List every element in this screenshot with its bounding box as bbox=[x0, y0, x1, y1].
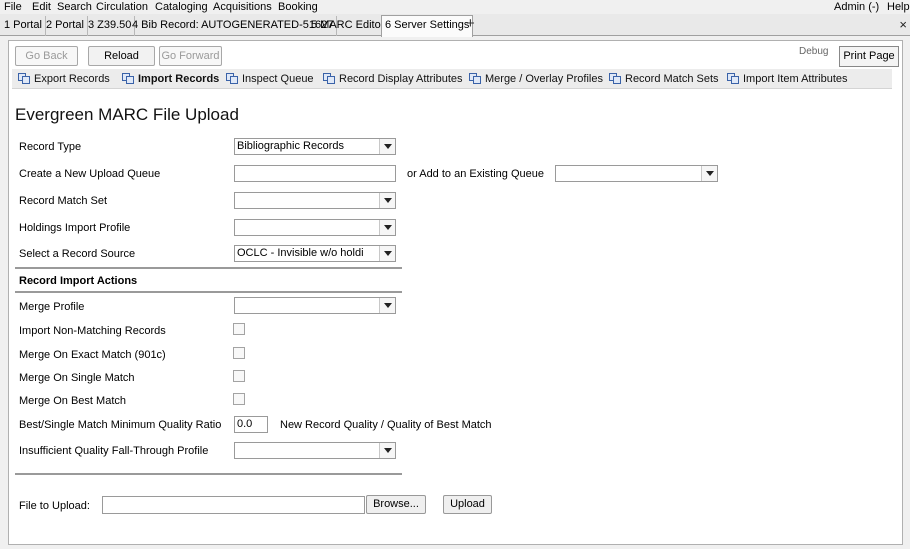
toolbar-record-display-attributes[interactable]: Record Display Attributes bbox=[323, 72, 463, 86]
tab-portal-2[interactable]: 2 Portal bbox=[43, 16, 88, 36]
merge-best-checkbox[interactable] bbox=[233, 393, 245, 405]
menu-search[interactable]: Search bbox=[57, 0, 92, 14]
match-sets-icon bbox=[609, 73, 621, 84]
page-title: Evergreen MARC File Upload bbox=[15, 105, 239, 124]
browse-button[interactable]: Browse... bbox=[366, 495, 426, 514]
file-path-input[interactable] bbox=[102, 496, 365, 514]
content-panel: Go Back Reload Go Forward Debug Print Pa… bbox=[8, 40, 903, 545]
vandelay-toolbar: Export Records Import Records Inspect Qu… bbox=[12, 69, 892, 89]
chevron-down-icon bbox=[379, 220, 395, 235]
go-forward-button[interactable]: Go Forward bbox=[159, 46, 222, 66]
menu-booking[interactable]: Booking bbox=[278, 0, 318, 14]
fallthrough-profile-select[interactable] bbox=[234, 442, 396, 459]
toolbar-inspect-queue[interactable]: Inspect Queue bbox=[226, 72, 314, 86]
tab-strip: 1 Portal 2 Portal 3 Z39.50 4 Bib Record:… bbox=[0, 14, 910, 37]
tab-bib-record[interactable]: 4 Bib Record: AUTOGENERATED-51627 bbox=[129, 16, 338, 36]
export-records-icon bbox=[18, 73, 30, 84]
menu-acquisitions[interactable]: Acquisitions bbox=[213, 0, 272, 14]
quality-ratio-input[interactable]: 0.0 bbox=[234, 416, 268, 433]
display-attributes-icon bbox=[323, 73, 335, 84]
new-queue-label: Create a New Upload Queue bbox=[19, 168, 161, 180]
record-type-select[interactable]: Bibliographic Records bbox=[234, 138, 396, 155]
toolbar-record-match-sets[interactable]: Record Match Sets bbox=[609, 72, 719, 86]
tab-portal-1[interactable]: 1 Portal bbox=[1, 16, 46, 36]
menu-circulation[interactable]: Circulation bbox=[96, 0, 148, 14]
section-divider bbox=[15, 267, 402, 269]
menu-help[interactable]: Help bbox=[887, 0, 910, 14]
record-source-label: Select a Record Source bbox=[19, 248, 136, 260]
record-source-select[interactable]: OCLC - Invisible w/o holdi bbox=[234, 245, 396, 262]
merge-best-label: Merge On Best Match bbox=[19, 395, 126, 407]
fallthrough-profile-label: Insufficient Quality Fall-Through Profil… bbox=[19, 445, 209, 457]
record-type-label: Record Type bbox=[19, 141, 82, 153]
chevron-down-icon bbox=[379, 193, 395, 208]
inspect-queue-icon bbox=[226, 73, 238, 84]
menu-file[interactable]: File bbox=[4, 0, 22, 14]
merge-exact-checkbox[interactable] bbox=[233, 347, 245, 359]
chevron-down-icon bbox=[379, 298, 395, 313]
chevron-down-icon bbox=[379, 139, 395, 154]
add-tab-button[interactable]: + bbox=[466, 15, 475, 33]
new-queue-input[interactable] bbox=[234, 165, 396, 182]
chevron-down-icon bbox=[379, 443, 395, 458]
match-set-select[interactable] bbox=[234, 192, 396, 209]
merge-profile-label: Merge Profile bbox=[19, 301, 85, 313]
toolbar-export-records[interactable]: Export Records bbox=[18, 72, 110, 86]
holdings-profile-label: Holdings Import Profile bbox=[19, 222, 131, 234]
reload-button[interactable]: Reload bbox=[88, 46, 155, 66]
toolbar-import-item-attributes[interactable]: Import Item Attributes bbox=[727, 72, 848, 86]
item-attributes-icon bbox=[727, 73, 739, 84]
tab-server-settings[interactable]: 6 Server Settings bbox=[381, 15, 474, 37]
chevron-down-icon bbox=[701, 166, 717, 181]
toolbar-merge-overlay-profiles[interactable]: Merge / Overlay Profiles bbox=[469, 72, 603, 86]
import-records-icon bbox=[122, 73, 134, 84]
holdings-profile-select[interactable] bbox=[234, 219, 396, 236]
toolbar-import-records[interactable]: Import Records bbox=[122, 72, 219, 86]
close-tab-icon[interactable]: × bbox=[899, 15, 907, 35]
menu-user[interactable]: Admin (-) bbox=[834, 0, 879, 14]
existing-queue-select[interactable] bbox=[555, 165, 718, 182]
quality-ratio-note: New Record Quality / Quality of Best Mat… bbox=[280, 419, 492, 431]
match-set-label: Record Match Set bbox=[19, 195, 108, 207]
chevron-down-icon bbox=[379, 246, 395, 261]
section-divider bbox=[15, 473, 402, 475]
print-page-button[interactable]: Print Page bbox=[839, 46, 899, 67]
debug-link[interactable]: Debug bbox=[799, 46, 828, 57]
file-upload-label: File to Upload: bbox=[19, 500, 90, 512]
menu-bar: File Edit Search Circulation Cataloging … bbox=[0, 0, 910, 14]
import-actions-heading: Record Import Actions bbox=[19, 275, 138, 287]
existing-queue-label: or Add to an Existing Queue bbox=[407, 168, 544, 180]
merge-profiles-icon bbox=[469, 73, 481, 84]
tab-z3950[interactable]: 3 Z39.50 bbox=[85, 16, 136, 36]
quality-ratio-label: Best/Single Match Minimum Quality Ratio bbox=[19, 419, 222, 431]
merge-profile-select[interactable] bbox=[234, 297, 396, 314]
merge-single-checkbox[interactable] bbox=[233, 370, 245, 382]
section-divider bbox=[15, 291, 402, 293]
menu-edit[interactable]: Edit bbox=[32, 0, 51, 14]
merge-single-label: Merge On Single Match bbox=[19, 372, 135, 384]
go-back-button[interactable]: Go Back bbox=[15, 46, 78, 66]
upload-button[interactable]: Upload bbox=[443, 495, 492, 514]
tab-marc-editor[interactable]: 5 MARC Editor bbox=[308, 16, 389, 36]
merge-exact-label: Merge On Exact Match (901c) bbox=[19, 349, 166, 361]
import-nonmatching-checkbox[interactable] bbox=[233, 323, 245, 335]
menu-cataloging[interactable]: Cataloging bbox=[155, 0, 208, 14]
import-nonmatching-label: Import Non-Matching Records bbox=[19, 325, 166, 337]
